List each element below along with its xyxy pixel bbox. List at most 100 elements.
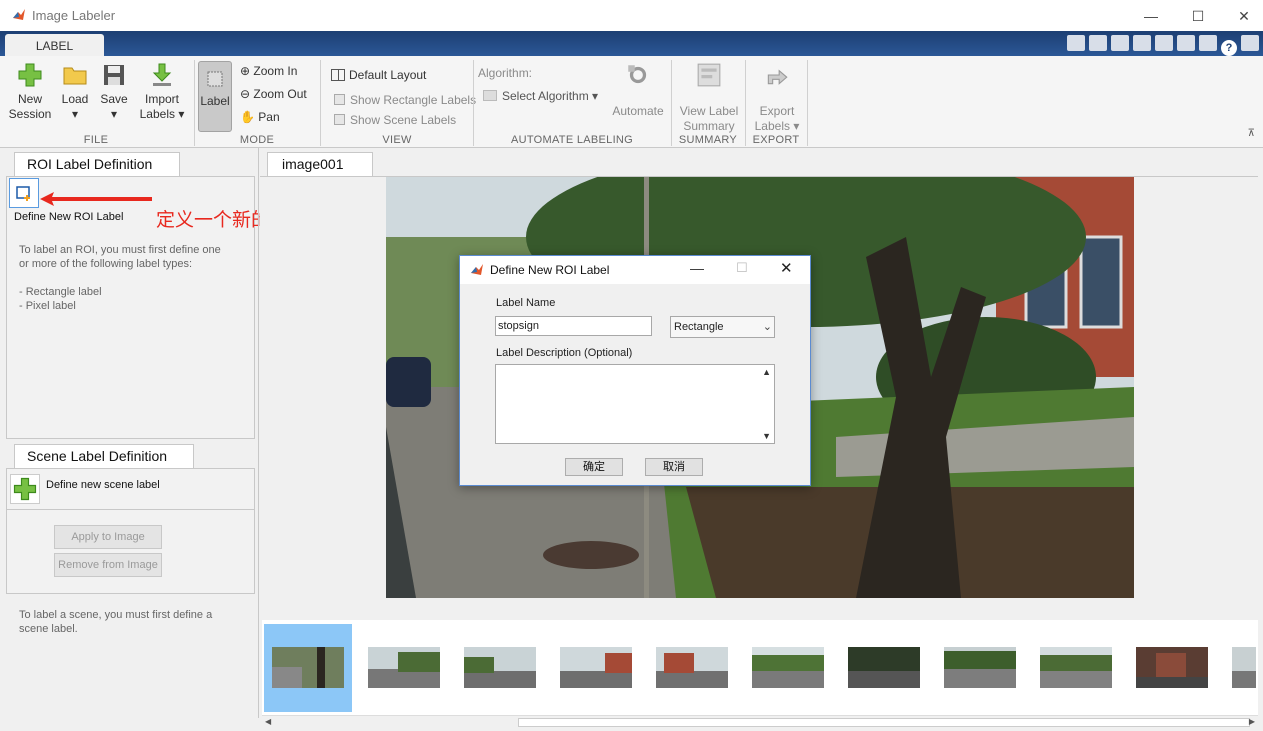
title-bar: Image Labeler — ☐ ✕	[0, 0, 1263, 31]
import-labels-button[interactable]: Import Labels ▾	[136, 62, 188, 122]
filmstrip-thumbnail[interactable]	[1136, 647, 1208, 688]
dialog-close-button[interactable]: ✕	[780, 259, 793, 277]
ok-button[interactable]: 确定	[565, 458, 623, 476]
view-summary-label-1: View Label	[679, 104, 739, 118]
remove-from-image-button[interactable]: Remove from Image	[54, 553, 162, 577]
disk-icon	[104, 65, 124, 85]
roi-help-line-1: To label an ROI, you must first define o…	[19, 244, 221, 256]
help-icon[interactable]: ?	[1221, 40, 1237, 56]
toolstrip-menu-icon[interactable]	[1241, 35, 1259, 51]
label-name-input[interactable]: stopsign	[495, 316, 652, 336]
load-label: Load	[61, 92, 89, 106]
scene-panel-body: Define new scene label Apply to Image Re…	[6, 468, 255, 594]
copy-icon[interactable]	[1111, 35, 1129, 51]
cut-icon[interactable]	[1089, 35, 1107, 51]
scroll-up-icon[interactable]: ▲	[762, 367, 771, 377]
layout-icon[interactable]	[1199, 35, 1217, 51]
zoom-in-button[interactable]: ⊕ Zoom In	[240, 64, 297, 78]
default-layout-label: Default Layout	[349, 68, 427, 82]
export-labels-button[interactable]: Export Labels ▾	[750, 62, 804, 134]
import-arrow-icon	[152, 63, 172, 86]
add-roi-icon	[16, 186, 30, 201]
filmstrip-thumbnail[interactable]	[1232, 647, 1256, 688]
matlab-logo-icon	[471, 264, 483, 275]
filmstrip-thumbnail[interactable]	[464, 647, 536, 688]
define-new-scene-label: Define new scene label	[46, 479, 160, 491]
define-new-scene-button[interactable]	[10, 474, 40, 504]
zoom-out-button[interactable]: ⊖ Zoom Out	[240, 87, 307, 101]
chevron-down-icon: ▾	[71, 107, 79, 121]
dialog-title-bar: Define New ROI Label — ☐ ✕	[460, 256, 810, 284]
show-rect-labels-checkbox[interactable]: Show Rectangle Labels	[334, 93, 476, 107]
group-label-view: VIEW	[382, 134, 412, 146]
group-label-mode: MODE	[239, 134, 275, 146]
save-icon[interactable]	[1067, 35, 1085, 51]
checkbox-icon	[334, 114, 345, 125]
filmstrip-thumbnail[interactable]	[1040, 647, 1112, 688]
maximize-button[interactable]: ☐	[1183, 6, 1213, 26]
view-summary-label-2: Summary	[683, 119, 735, 133]
quick-access-toolbar: ?	[1063, 35, 1259, 56]
new-session-label-1: New	[17, 92, 42, 106]
apply-to-image-button[interactable]: Apply to Image	[54, 525, 162, 549]
filmstrip-thumbnail[interactable]	[944, 647, 1016, 688]
collapse-ribbon-icon[interactable]: ⊼	[1248, 128, 1255, 139]
panel-divider[interactable]	[258, 148, 259, 718]
filmstrip-thumbnail[interactable]	[656, 647, 728, 688]
select-algorithm-label: Select Algorithm	[502, 89, 589, 103]
dialog-minimize-button[interactable]: —	[690, 260, 704, 276]
annotation-arrow-icon	[40, 192, 152, 206]
label-type-value: Rectangle	[674, 321, 724, 333]
new-session-button[interactable]: New Session	[8, 62, 52, 122]
undo-icon[interactable]	[1155, 35, 1173, 51]
filmstrip-thumbnail[interactable]	[560, 647, 632, 688]
label-description-textarea[interactable]: ▲ ▼	[495, 364, 775, 444]
import-label-2: Labels ▾	[139, 107, 185, 121]
roi-rect-icon	[207, 71, 223, 87]
label-type-select[interactable]: Rectangle ⌄	[670, 316, 775, 338]
automate-gears-icon	[628, 65, 647, 84]
close-button[interactable]: ✕	[1229, 6, 1259, 26]
define-new-roi-button[interactable]	[9, 178, 39, 208]
select-algorithm-dropdown[interactable]: Select Algorithm ▾	[483, 89, 598, 103]
scrollbar-thumb[interactable]	[518, 718, 1250, 727]
scroll-left-icon[interactable]: ◀	[265, 717, 271, 726]
cancel-button[interactable]: 取消	[645, 458, 703, 476]
show-scene-labels-checkbox[interactable]: Show Scene Labels	[334, 113, 456, 127]
tab-image001[interactable]: image001	[267, 152, 373, 176]
pan-button[interactable]: ✋ Pan	[240, 110, 280, 124]
default-layout-button[interactable]: Default Layout	[331, 68, 426, 82]
algorithm-caption: Algorithm:	[478, 66, 533, 80]
show-scene-labels-label: Show Scene Labels	[350, 113, 457, 127]
new-session-label-2: Session	[8, 107, 52, 121]
label-description-caption: Label Description (Optional)	[496, 347, 633, 359]
load-button[interactable]: Load ▾	[56, 62, 94, 122]
automate-button[interactable]: Automate	[608, 62, 668, 119]
scroll-right-icon[interactable]: ▶	[1249, 717, 1255, 726]
tab-roi-label-definition[interactable]: ROI Label Definition	[14, 152, 180, 176]
label-mode-button[interactable]: Label	[198, 61, 232, 132]
save-button[interactable]: Save ▾	[96, 62, 132, 122]
save-label: Save	[100, 92, 128, 106]
scroll-down-icon[interactable]: ▼	[762, 431, 771, 441]
zoom-out-icon: ⊖	[240, 87, 251, 101]
redo-icon[interactable]	[1177, 35, 1195, 51]
scene-help-line-2: scene label.	[19, 623, 78, 635]
filmstrip-thumbnail[interactable]	[752, 647, 824, 688]
label-name-caption: Label Name	[496, 297, 556, 309]
tab-scene-label-definition[interactable]: Scene Label Definition	[14, 444, 194, 468]
export-arrow-icon	[767, 69, 788, 85]
filmstrip-thumbnail[interactable]	[272, 647, 344, 688]
filmstrip	[262, 620, 1258, 715]
view-label-summary-button[interactable]: View Label Summary	[676, 62, 742, 134]
tab-label[interactable]: LABEL	[5, 34, 104, 57]
export-label-1: Export	[759, 104, 795, 118]
dialog-maximize-button[interactable]: ☐	[736, 260, 748, 276]
filmstrip-scrollbar[interactable]: ◀ ▶	[262, 715, 1258, 728]
checkbox-icon	[334, 94, 345, 105]
filmstrip-thumbnail[interactable]	[368, 647, 440, 688]
filmstrip-thumbnail[interactable]	[848, 647, 920, 688]
minimize-button[interactable]: —	[1136, 6, 1166, 26]
paste-icon[interactable]	[1133, 35, 1151, 51]
summary-chart-icon	[697, 63, 721, 87]
